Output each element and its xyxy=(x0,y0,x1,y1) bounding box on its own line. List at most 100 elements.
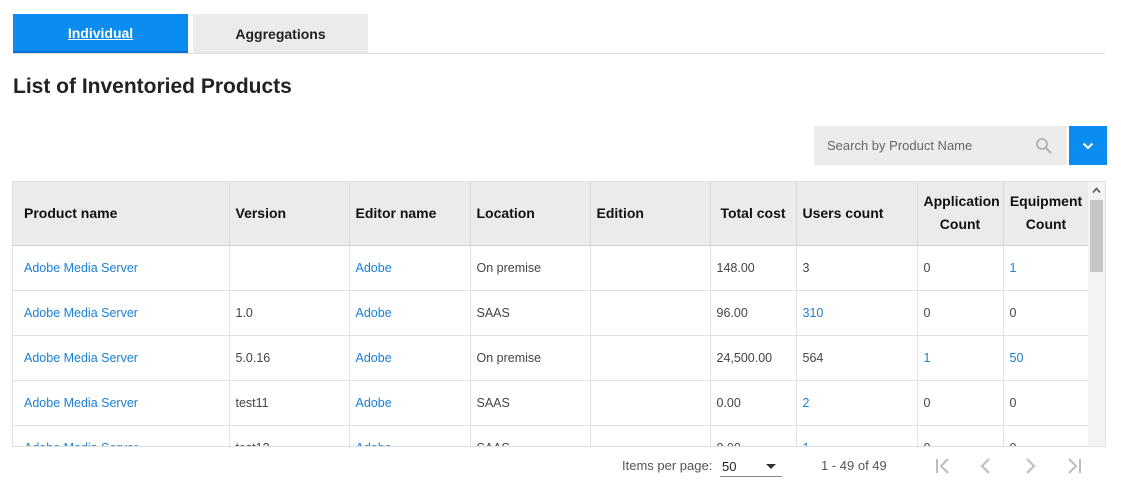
cell-total-cost: 96.00 xyxy=(710,290,797,336)
column-header-location[interactable]: Location xyxy=(470,182,591,246)
cell-version-text: 5.0.16 xyxy=(235,350,271,365)
tab-bar: Individual Aggregations xyxy=(13,14,1105,54)
table-row: Adobe Media Servertest12AdobeSAAS0.00100 xyxy=(13,425,1090,446)
cell-users-count-text[interactable]: 2 xyxy=(803,396,810,410)
cell-editor-name[interactable]: Adobe xyxy=(349,290,471,336)
items-per-page-label: Items per page: xyxy=(622,458,713,473)
cell-equipment-count-text: 0 xyxy=(1009,305,1017,320)
cell-equipment-count: 0 xyxy=(1003,290,1090,336)
cell-users-count-text: 564 xyxy=(802,350,824,365)
cell-edition xyxy=(590,245,711,291)
cell-users-count-text: 3 xyxy=(802,260,810,275)
cell-product-name-text[interactable]: Adobe Media Server xyxy=(24,306,138,320)
cell-users-count-text[interactable]: 310 xyxy=(803,306,824,320)
cell-edition xyxy=(590,425,711,446)
cell-editor-name[interactable]: Adobe xyxy=(349,380,471,426)
table-scrollbar[interactable] xyxy=(1088,182,1105,446)
table-row: Adobe Media Server 1.0 Adobe SAAS 96.00 310 0 0 xyxy=(13,290,1090,336)
column-header-product-name[interactable]: Product name xyxy=(13,182,230,246)
table-row: Adobe Media Server Adobe On premise 148.00 3… xyxy=(13,245,1090,291)
cell-location: On premise xyxy=(470,335,591,381)
cell-version: 1.0 xyxy=(229,290,350,336)
cell-location: On premise xyxy=(470,245,591,291)
cell-editor-name-text[interactable]: Adobe xyxy=(356,396,392,410)
cell-product-name[interactable]: Adobe Media Server xyxy=(13,380,230,426)
cell-product-name[interactable]: Adobe Media Server xyxy=(13,425,230,446)
search-icon[interactable] xyxy=(1035,137,1053,155)
column-header-users-count[interactable]: Users count xyxy=(796,182,918,246)
products-table-container: Product name Version Editor name Locatio… xyxy=(12,181,1106,447)
cell-application-count-text: 0 xyxy=(923,395,931,410)
cell-equipment-count-text[interactable]: 50 xyxy=(1010,351,1024,365)
column-header-equipment-count[interactable]: Equipment Count xyxy=(1003,182,1090,246)
cell-editor-name[interactable]: Adobe xyxy=(349,425,471,446)
tab-individual[interactable]: Individual xyxy=(13,14,188,53)
last-page-icon[interactable] xyxy=(1063,455,1085,477)
search-box xyxy=(814,126,1067,165)
column-header-total-cost[interactable]: Total cost xyxy=(710,182,797,246)
cell-editor-name[interactable]: Adobe xyxy=(349,245,471,291)
scroll-up-arrow-icon[interactable] xyxy=(1092,186,1101,195)
cell-product-name-text[interactable]: Adobe Media Server xyxy=(24,261,138,275)
dropdown-arrow-icon xyxy=(766,464,776,469)
cell-version: 5.0.16 xyxy=(229,335,350,381)
cell-product-name-text[interactable]: Adobe Media Server xyxy=(24,351,138,365)
cell-application-count-text[interactable]: 1 xyxy=(924,351,931,365)
cell-total-cost: 0.00 xyxy=(710,425,797,446)
table-row: Adobe Media Server test11 Adobe SAAS 0.00 2 0 0 xyxy=(13,380,1090,426)
cell-users-count[interactable]: 2 xyxy=(796,380,918,426)
cell-application-count: 0 xyxy=(917,380,1004,426)
page-title: List of Inventoried Products xyxy=(13,75,292,98)
cell-equipment-count[interactable]: 50 xyxy=(1003,335,1090,381)
products-table: Product name Version Editor name Locatio… xyxy=(13,182,1090,446)
cell-users-count[interactable]: 310 xyxy=(796,290,918,336)
cell-application-count-text: 0 xyxy=(923,260,931,275)
cell-application-count: 0 xyxy=(917,290,1004,336)
cell-version xyxy=(229,245,350,291)
cell-users-count[interactable]: 1 xyxy=(796,425,918,446)
filter-dropdown-button[interactable] xyxy=(1069,126,1107,165)
cell-editor-name-text[interactable]: Adobe xyxy=(356,351,392,365)
cell-product-name-text[interactable]: Adobe Media Server xyxy=(24,396,138,410)
cell-equipment-count-text: 0 xyxy=(1009,395,1017,410)
column-header-application-count[interactable]: Application Count xyxy=(917,182,1004,246)
cell-editor-name-text[interactable]: Adobe xyxy=(356,261,392,275)
cell-product-name[interactable]: Adobe Media Server xyxy=(13,245,230,291)
cell-total-cost-text: 96.00 xyxy=(716,305,748,320)
cell-version: test11 xyxy=(229,380,350,426)
column-header-edition[interactable]: Edition xyxy=(590,182,711,246)
cell-equipment-count[interactable]: 1 xyxy=(1003,245,1090,291)
previous-page-icon[interactable] xyxy=(975,455,997,477)
cell-version: test12 xyxy=(229,425,350,446)
cell-editor-name-text[interactable]: Adobe xyxy=(356,306,392,320)
cell-location-text: On premise xyxy=(476,260,542,275)
cell-total-cost-text: 24,500.00 xyxy=(716,350,773,365)
cell-location-text: On premise xyxy=(476,350,542,365)
cell-edition xyxy=(590,380,711,426)
cell-equipment-count: 0 xyxy=(1003,425,1090,446)
items-per-page-select[interactable]: 50 xyxy=(720,455,782,477)
paginator: Items per page: 50 1 - 49 of 49 xyxy=(0,447,1121,483)
cell-application-count: 0 xyxy=(917,425,1004,446)
scroll-thumb[interactable] xyxy=(1090,200,1103,272)
tab-aggregations[interactable]: Aggregations xyxy=(193,14,368,53)
cell-location: SAAS xyxy=(470,425,591,446)
first-page-icon[interactable] xyxy=(932,455,954,477)
cell-edition xyxy=(590,335,711,381)
cell-equipment-count-text[interactable]: 1 xyxy=(1010,261,1017,275)
cell-product-name[interactable]: Adobe Media Server xyxy=(13,290,230,336)
search-input[interactable] xyxy=(825,137,1035,154)
column-header-editor-name[interactable]: Editor name xyxy=(349,182,471,246)
cell-application-count[interactable]: 1 xyxy=(917,335,1004,381)
cell-application-count: 0 xyxy=(917,245,1004,291)
cell-product-name[interactable]: Adobe Media Server xyxy=(13,335,230,381)
chevron-down-icon xyxy=(1082,142,1094,149)
cell-total-cost-text: 148.00 xyxy=(716,260,755,275)
next-page-icon[interactable] xyxy=(1019,455,1041,477)
table-row: Adobe Media Server 5.0.16 Adobe On premise 2… xyxy=(13,335,1090,381)
cell-location: SAAS xyxy=(470,380,591,426)
column-header-version[interactable]: Version xyxy=(229,182,350,246)
cell-editor-name[interactable]: Adobe xyxy=(349,335,471,381)
table-header-row: Product name Version Editor name Locatio… xyxy=(13,182,1090,246)
cell-edition xyxy=(590,290,711,336)
